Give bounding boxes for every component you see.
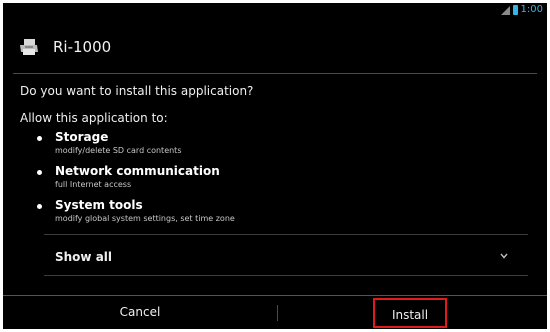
show-all-row[interactable]: Show all (3, 235, 547, 275)
battery-icon (512, 5, 518, 15)
permission-item-system-tools: System tools modify global system settin… (3, 198, 547, 231)
cancel-button[interactable]: Cancel (3, 296, 277, 329)
chevron-down-icon[interactable] (499, 252, 509, 260)
permission-title: Storage (55, 130, 109, 144)
status-bar: 1:00 (3, 3, 547, 17)
app-title: Ri-1000 (53, 38, 112, 56)
status-icons: 1:00 (500, 3, 543, 17)
permission-item-storage: Storage modify/delete SD card contents (3, 130, 547, 163)
bullet-icon (37, 204, 42, 209)
permission-description: modify/delete SD card contents (55, 146, 182, 155)
permission-title: Network communication (55, 164, 220, 178)
permission-item-network: Network communication full Internet acce… (3, 164, 547, 197)
button-separator (277, 305, 278, 321)
install-dialog-screen: 1:00 Ri-1000 Do you want to install this… (3, 3, 547, 329)
install-button[interactable]: Install (373, 298, 447, 328)
printer-icon (20, 39, 38, 55)
permissions-heading: Allow this application to: (20, 111, 168, 125)
permission-description: modify global system settings, set time … (55, 214, 235, 223)
permission-description: full Internet access (55, 180, 132, 189)
show-all-label[interactable]: Show all (55, 250, 112, 265)
header-divider (13, 73, 537, 74)
permission-title: System tools (55, 198, 143, 212)
app-header: Ri-1000 (3, 33, 547, 63)
install-question: Do you want to install this application? (20, 84, 254, 98)
bullet-icon (37, 136, 42, 141)
signal-icon (500, 5, 510, 15)
status-clock: 1:00 (520, 4, 543, 15)
divider (44, 275, 528, 276)
bullet-icon (37, 170, 42, 175)
